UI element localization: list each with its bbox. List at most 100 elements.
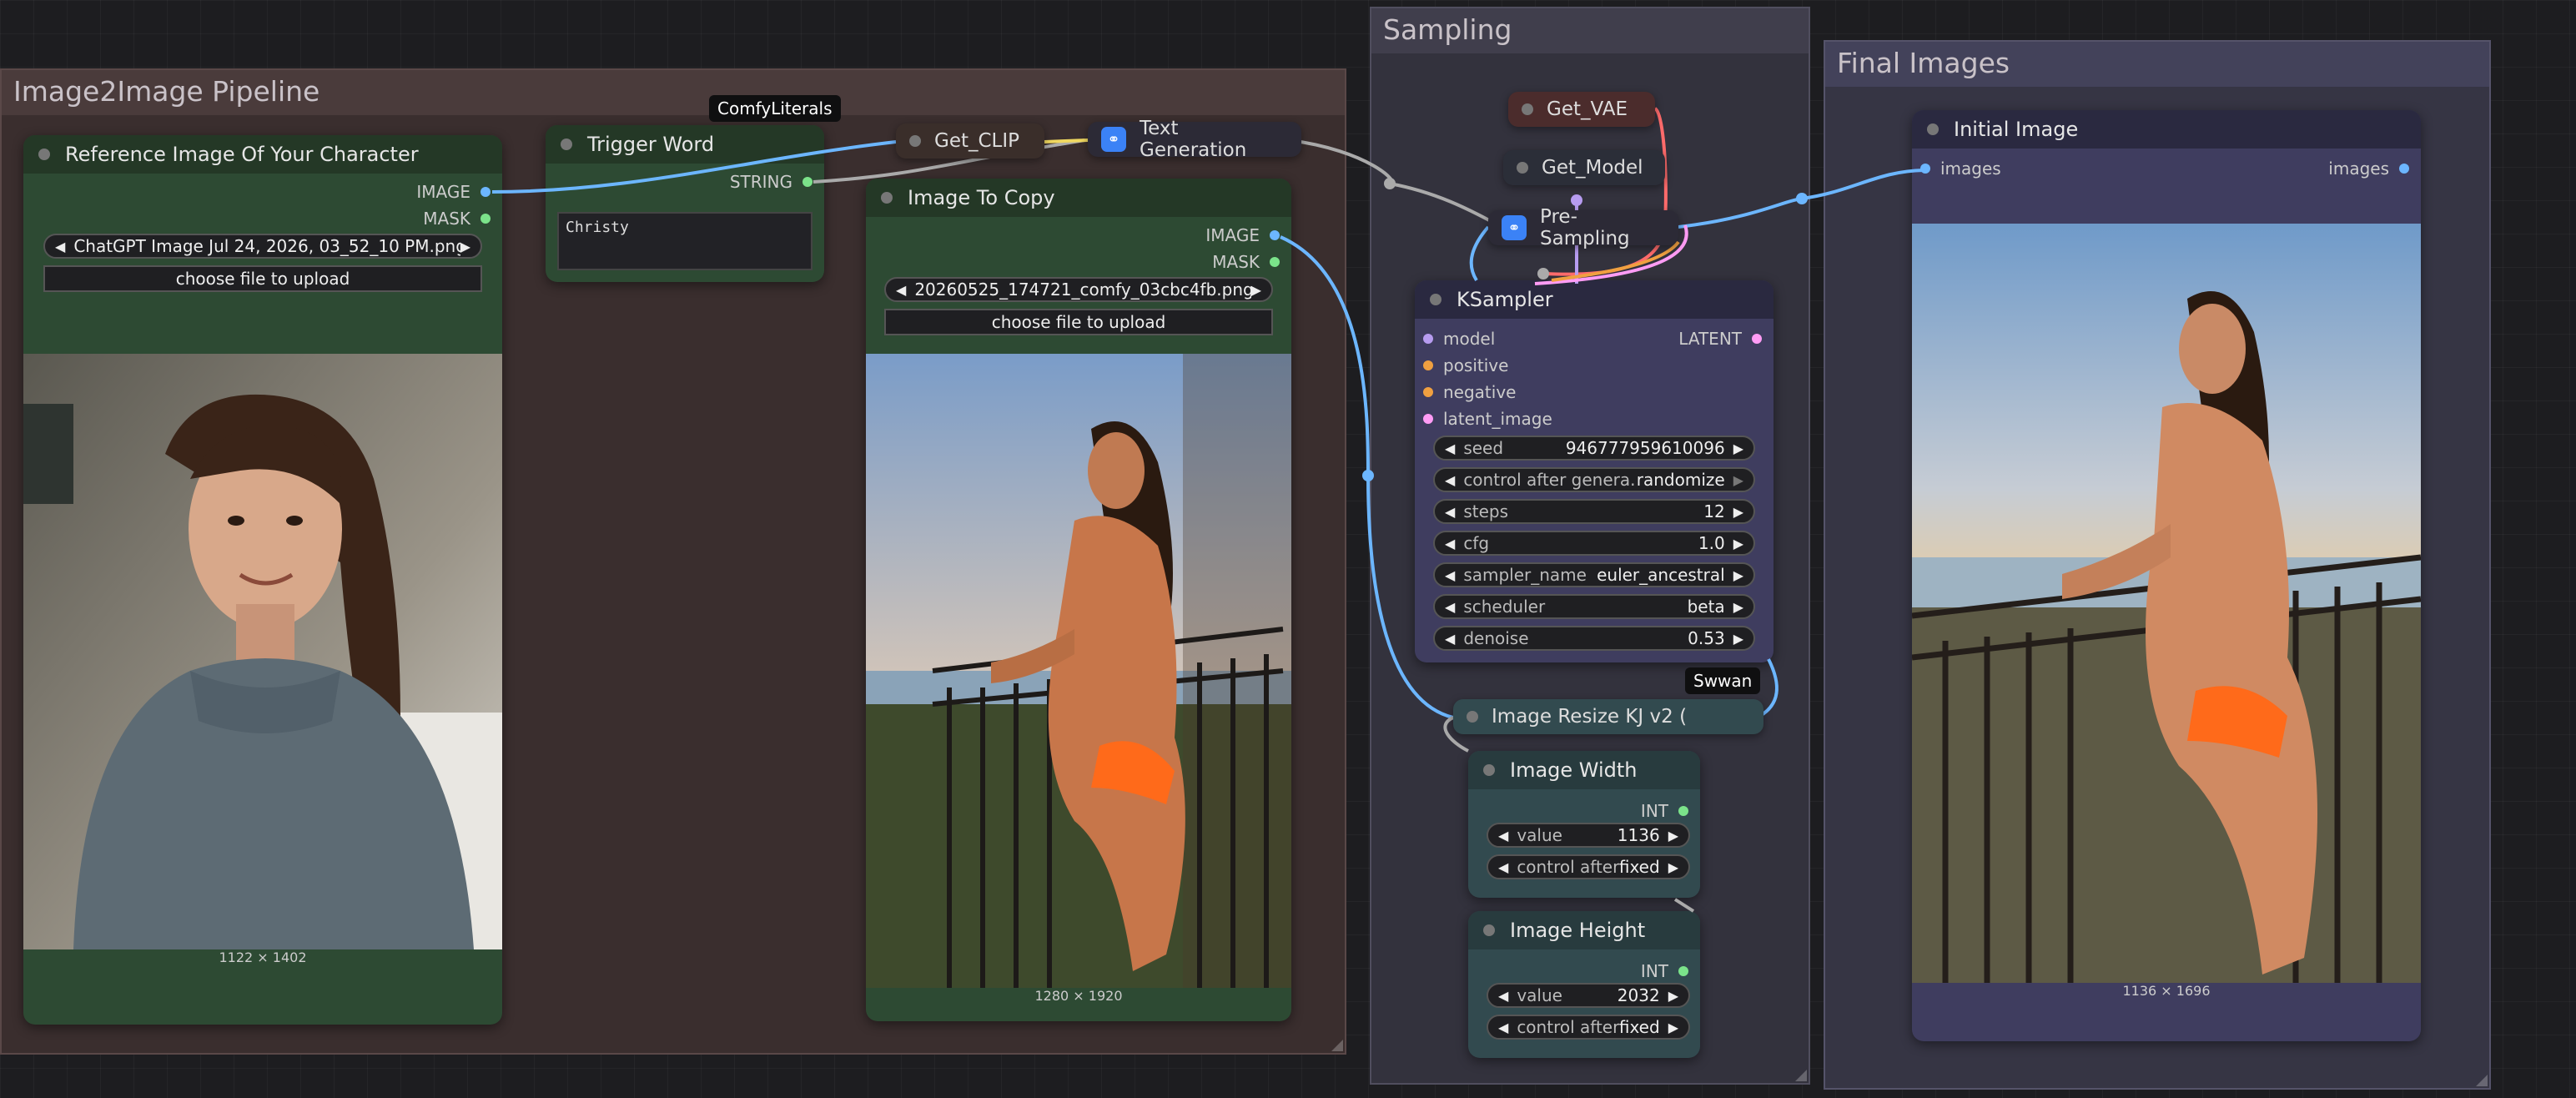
input-latent-port[interactable]: latent_image	[1423, 409, 1552, 429]
arrow-left-icon[interactable]: ◀	[1445, 631, 1455, 647]
port-dot-icon[interactable]	[802, 177, 813, 187]
arrow-right-icon[interactable]: ▶	[1733, 504, 1743, 520]
widget-sampler-name[interactable]: ◀ sampler_name euler_ancestral ▶	[1433, 562, 1755, 587]
arrow-left-icon[interactable]: ◀	[1445, 504, 1455, 520]
node-trigger-word[interactable]: Trigger Word STRING Christy	[546, 125, 824, 282]
output-int-port[interactable]: INT	[1641, 801, 1688, 821]
arrow-left-icon[interactable]: ◀	[1498, 988, 1508, 1004]
input-negative-port[interactable]: negative	[1423, 382, 1516, 402]
arrow-right-icon[interactable]: ▶	[1251, 282, 1261, 298]
widget-control-after-generate[interactable]: ◀ control after g...fixed ▶	[1487, 1015, 1690, 1040]
node-image-height[interactable]: Image Height INT ◀ value 2032 ▶ ◀ control af…	[1468, 911, 1700, 1058]
collapse-dot-icon[interactable]	[881, 192, 893, 204]
node-get-vae[interactable]: Get_VAE	[1508, 92, 1655, 127]
node-text-generation[interactable]: ⚭ Text Generation	[1088, 118, 1301, 161]
input-model-port[interactable]: model	[1423, 329, 1495, 349]
group-title[interactable]: Image2Image Pipeline	[2, 70, 1345, 115]
port-dot-icon[interactable]	[1270, 230, 1280, 240]
port-dot-icon[interactable]	[1423, 334, 1433, 344]
collapse-dot-icon[interactable]	[1927, 123, 1939, 135]
collapse-dot-icon[interactable]	[909, 135, 921, 147]
widget-control-after-generate[interactable]: ◀ control after genera... randomize ▶	[1433, 467, 1755, 492]
node-title-bar[interactable]: Initial Image	[1912, 110, 2421, 149]
collapse-dot-icon[interactable]	[561, 139, 572, 150]
arrow-left-icon[interactable]: ◀	[1498, 859, 1508, 875]
node-title-bar[interactable]: Trigger Word	[546, 125, 824, 164]
collapse-dot-icon[interactable]	[1483, 924, 1495, 936]
arrow-left-icon[interactable]: ◀	[1498, 828, 1508, 844]
arrow-right-icon[interactable]: ▶	[1733, 599, 1743, 615]
output-mask-port[interactable]: MASK	[423, 209, 491, 229]
arrow-right-icon[interactable]: ▶	[1733, 441, 1743, 456]
input-positive-port[interactable]: positive	[1423, 355, 1508, 375]
port-dot-icon[interactable]	[480, 187, 491, 197]
arrow-right-icon[interactable]: ▶	[1733, 631, 1743, 647]
arrow-left-icon[interactable]: ◀	[1445, 567, 1455, 583]
group-title[interactable]: Final Images	[1825, 42, 2489, 87]
arrow-left-icon[interactable]: ◀	[1445, 472, 1455, 488]
collapse-dot-icon[interactable]	[1430, 294, 1441, 305]
output-image-port[interactable]: IMAGE	[1205, 225, 1280, 245]
group-resize-handle[interactable]	[2476, 1075, 2488, 1086]
output-images-port[interactable]: images	[2328, 159, 2409, 179]
node-get-clip[interactable]: Get_CLIP	[896, 123, 1044, 159]
output-latent-port[interactable]: LATENT	[1678, 329, 1762, 349]
arrow-right-icon[interactable]: ▶	[1668, 859, 1678, 875]
group-resize-handle[interactable]	[1795, 1070, 1807, 1081]
arrow-left-icon[interactable]: ◀	[896, 282, 906, 298]
node-title-bar[interactable]: Image To Copy	[866, 179, 1291, 217]
arrow-right-icon[interactable]: ▶	[1733, 472, 1743, 488]
arrow-left-icon[interactable]: ◀	[1445, 441, 1455, 456]
arrow-left-icon[interactable]: ◀	[1445, 536, 1455, 552]
collapse-dot-icon[interactable]	[38, 149, 50, 160]
arrow-right-icon[interactable]: ▶	[1668, 1020, 1678, 1035]
trigger-word-textarea[interactable]: Christy	[557, 212, 813, 270]
node-image-to-copy[interactable]: Image To Copy IMAGE MASK ◀ 20260525_1747…	[866, 179, 1291, 1021]
node-title-bar[interactable]: Image Width	[1468, 751, 1700, 789]
port-dot-icon[interactable]	[1752, 334, 1762, 344]
collapse-dot-icon[interactable]	[1517, 162, 1528, 174]
node-ksampler[interactable]: KSampler model positive negative latent_…	[1415, 280, 1774, 662]
node-get-model[interactable]: Get_Model	[1503, 150, 1665, 185]
widget-steps[interactable]: ◀ steps 12 ▶	[1433, 499, 1755, 524]
output-string-port[interactable]: STRING	[730, 172, 813, 192]
node-title-bar[interactable]: KSampler	[1415, 280, 1774, 319]
port-dot-icon[interactable]	[1678, 966, 1688, 976]
output-int-port[interactable]: INT	[1641, 961, 1688, 981]
group-title[interactable]: Sampling	[1371, 8, 1809, 53]
arrow-right-icon[interactable]: ▶	[1733, 567, 1743, 583]
node-pre-sampling[interactable]: ⚭ Pre-Sampling	[1488, 206, 1678, 249]
image-file-select[interactable]: ◀ ChatGPT Image Jul 24, 2026, 03_52_10 P…	[43, 234, 482, 259]
collapse-dot-icon[interactable]	[1483, 764, 1495, 776]
arrow-left-icon[interactable]: ◀	[1445, 599, 1455, 615]
output-image-port[interactable]: IMAGE	[416, 182, 491, 202]
node-title-bar[interactable]: Reference Image Of Your Character	[23, 135, 502, 174]
widget-control-after-generate[interactable]: ◀ control after g...fixed ▶	[1487, 854, 1690, 879]
choose-file-button[interactable]: choose file to upload	[43, 265, 482, 292]
node-reference-image[interactable]: Reference Image Of Your Character IMAGE …	[23, 135, 502, 1025]
arrow-right-icon[interactable]: ▶	[1668, 988, 1678, 1004]
node-image-width[interactable]: Image Width INT ◀ value 1136 ▶ ◀ control aft…	[1468, 751, 1700, 898]
widget-denoise[interactable]: ◀ denoise 0.53 ▶	[1433, 626, 1755, 651]
port-dot-icon[interactable]	[1678, 806, 1688, 816]
port-dot-icon[interactable]	[1423, 387, 1433, 397]
collapse-dot-icon[interactable]	[1467, 711, 1478, 723]
port-dot-icon[interactable]	[2399, 164, 2409, 174]
collapse-dot-icon[interactable]	[1522, 103, 1533, 115]
output-mask-port[interactable]: MASK	[1212, 252, 1280, 272]
node-image-resize[interactable]: Image Resize KJ v2 (	[1453, 699, 1763, 734]
arrow-right-icon[interactable]: ▶	[1733, 536, 1743, 552]
widget-cfg[interactable]: ◀ cfg 1.0 ▶	[1433, 531, 1755, 556]
input-images-port[interactable]: images	[1920, 159, 2001, 179]
arrow-left-icon[interactable]: ◀	[1498, 1020, 1508, 1035]
widget-seed[interactable]: ◀ seed 946777959610096 ▶	[1433, 436, 1755, 461]
node-title-bar[interactable]: Image Height	[1468, 911, 1700, 949]
widget-value[interactable]: ◀ value 1136 ▶	[1487, 823, 1690, 848]
widget-value[interactable]: ◀ value 2032 ▶	[1487, 983, 1690, 1008]
arrow-right-icon[interactable]: ▶	[460, 239, 470, 254]
port-dot-icon[interactable]	[1920, 164, 1930, 174]
arrow-right-icon[interactable]: ▶	[1668, 828, 1678, 844]
group-resize-handle[interactable]	[1331, 1040, 1343, 1051]
node-initial-image[interactable]: Initial Image images images 1136 × 1696	[1912, 110, 2421, 1041]
widget-scheduler[interactable]: ◀ scheduler beta ▶	[1433, 594, 1755, 619]
